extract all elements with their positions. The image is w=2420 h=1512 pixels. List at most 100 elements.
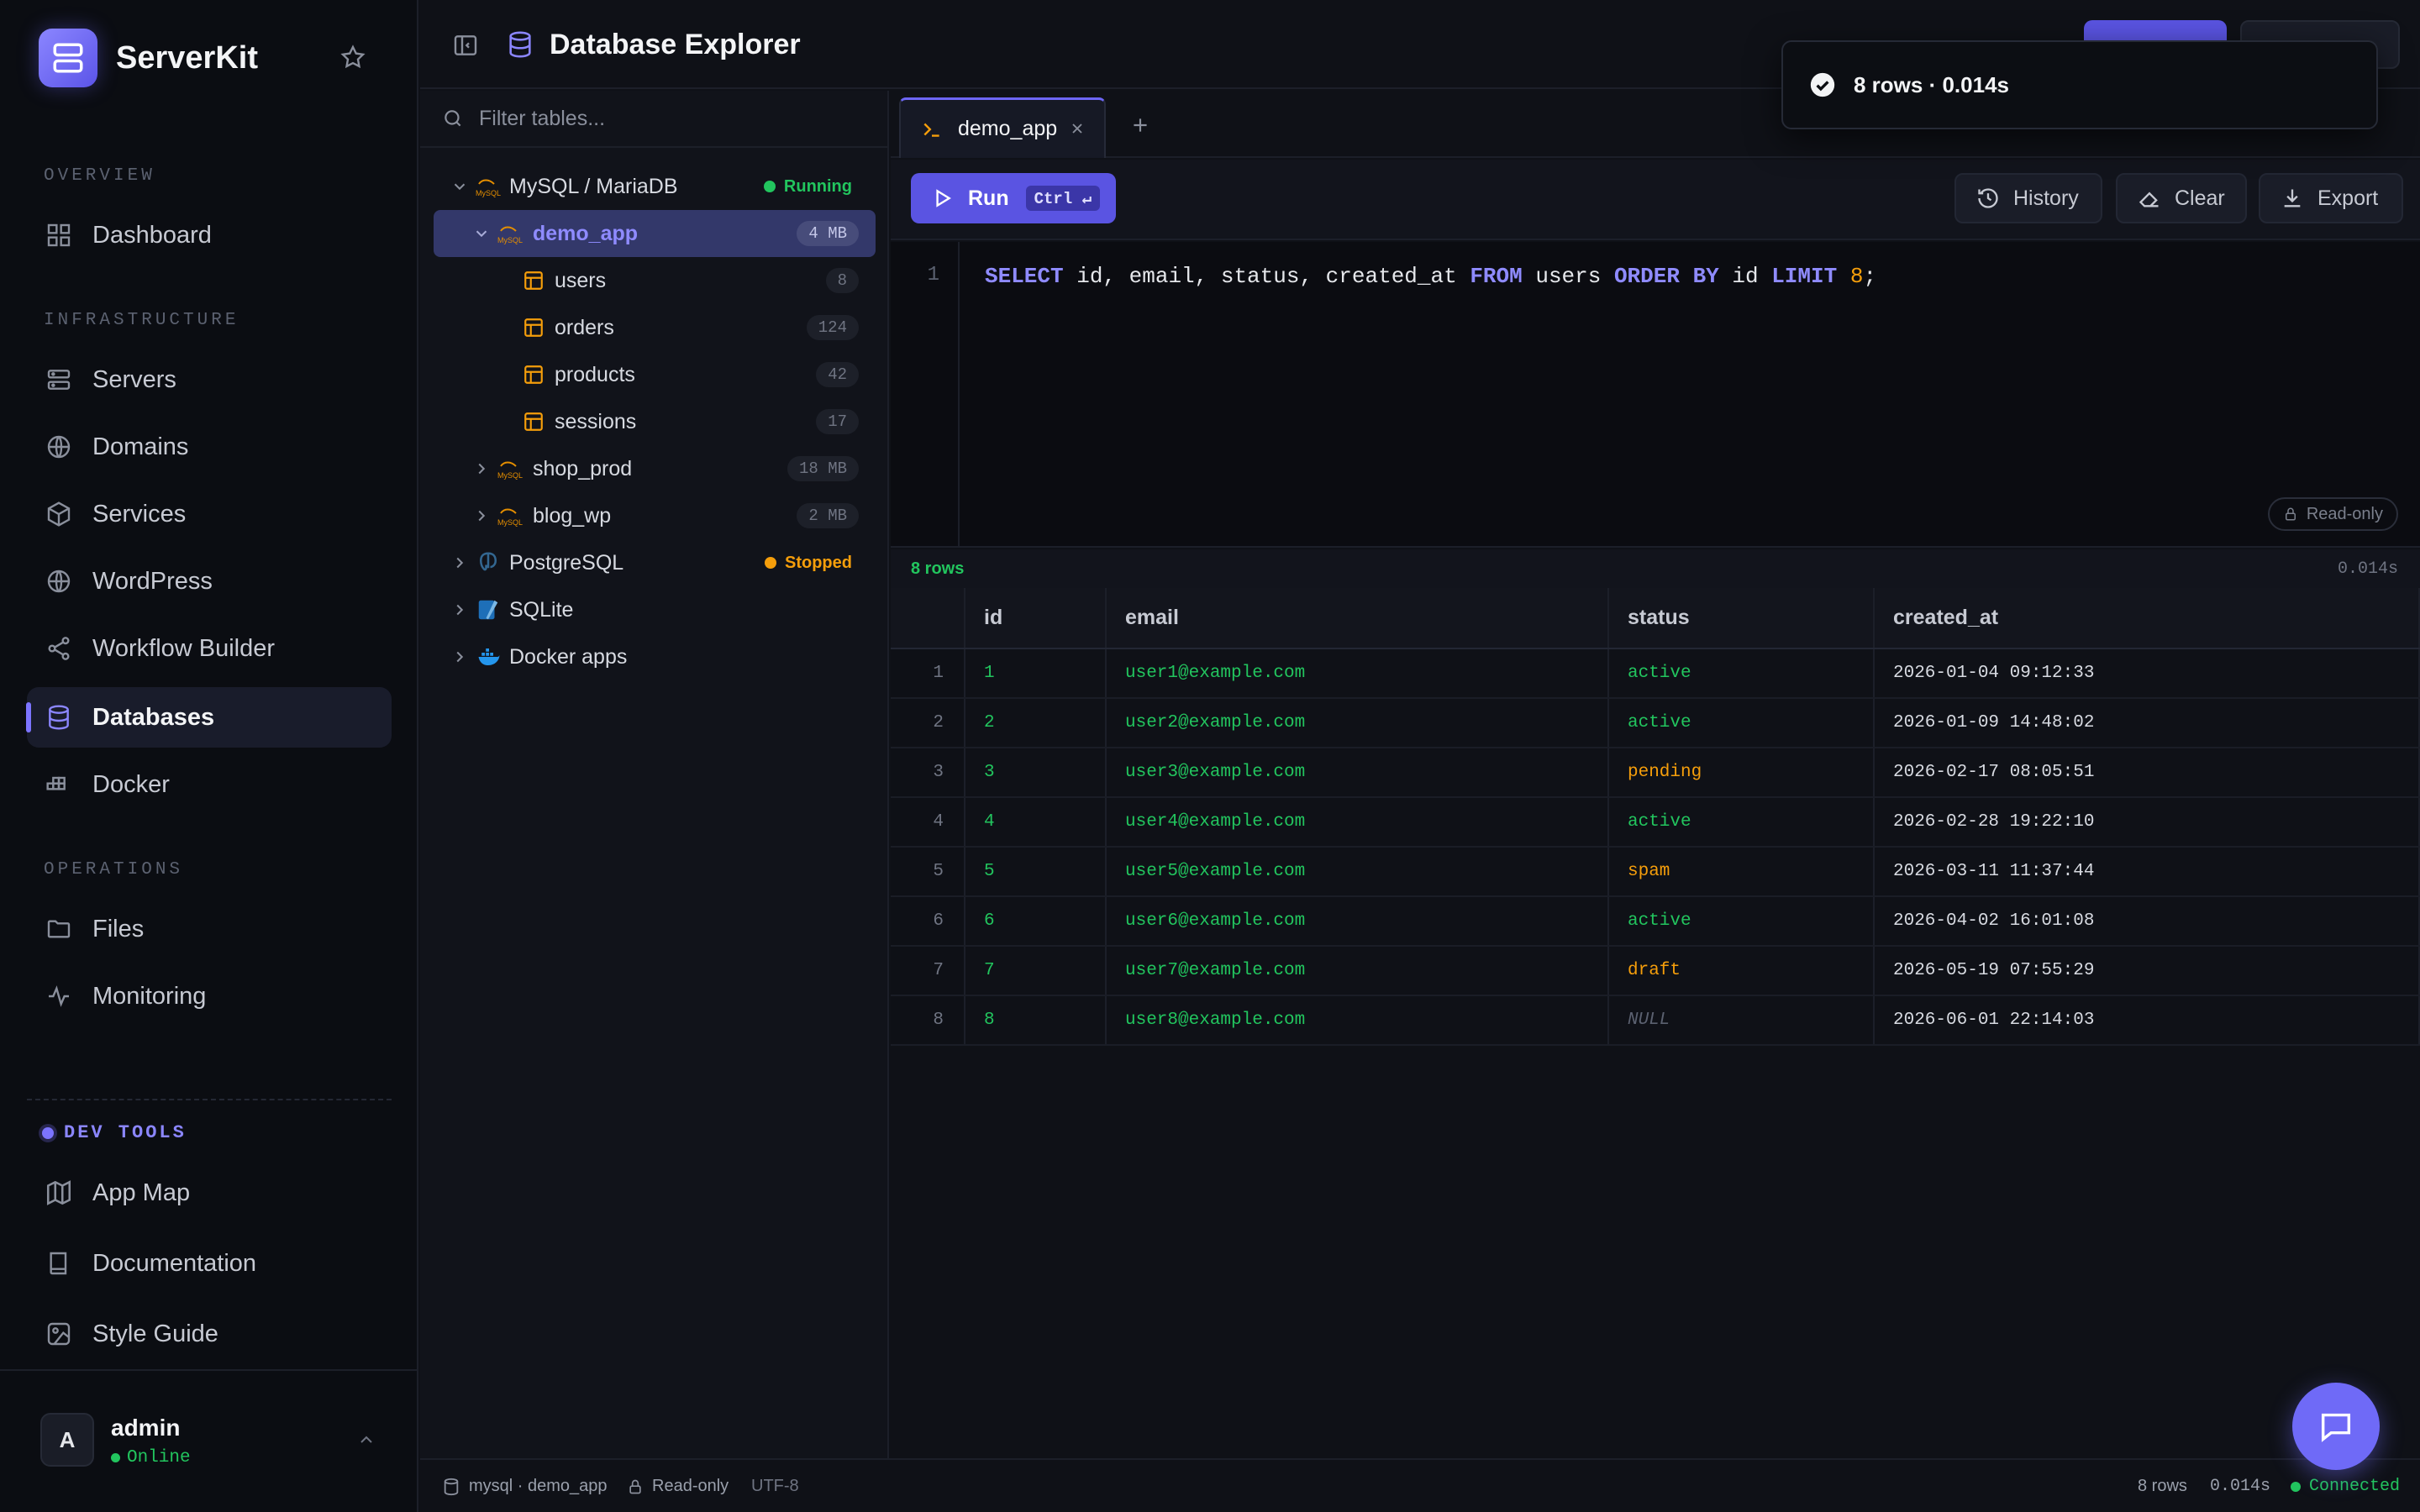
status-time: 0.014s xyxy=(2210,1477,2271,1496)
filter-placeholder: Filter tables... xyxy=(479,106,606,130)
table-row[interactable]: 8 8 user8@example.com NULL 2026-06-01 22:14:… xyxy=(891,995,2420,1046)
tree-engine-postgresql[interactable]: PostgreSQL Stopped xyxy=(434,539,876,586)
nav-wordpress[interactable]: WordPress xyxy=(27,551,392,612)
column-header[interactable]: email xyxy=(1106,588,1609,649)
cell-created-at: 2026-01-04 09:12:33 xyxy=(1874,648,2420,699)
status-dot xyxy=(763,181,776,192)
close-tab-icon[interactable] xyxy=(1069,120,1086,137)
chevron-right-icon[interactable] xyxy=(450,554,469,572)
cell-status: spam xyxy=(1608,847,1875,897)
tree-table-products[interactable]: products 42 xyxy=(434,351,876,398)
favorite-star-icon[interactable] xyxy=(339,44,366,71)
tree-label: orders xyxy=(555,315,614,339)
tree-engine-mysql[interactable]: MySQL MySQL / MariaDB Running xyxy=(434,163,876,210)
tree-label: demo_app xyxy=(533,221,639,245)
chevron-right-icon[interactable] xyxy=(450,601,469,619)
nav-monitoring[interactable]: Monitoring xyxy=(27,966,392,1026)
user-menu[interactable]: A admin Online xyxy=(0,1369,418,1512)
sql-editor[interactable]: 1 SELECT id, email, status, created_at F… xyxy=(891,242,2420,548)
cell-email: user1@example.com xyxy=(1106,648,1609,699)
tree-db-blog-wp[interactable]: MySQL blog_wp 2 MB xyxy=(434,492,876,539)
status-text: Stopped xyxy=(785,553,852,572)
sql-text: users xyxy=(1522,264,1614,289)
tree-db-demo-app[interactable]: MySQL demo_app 4 MB xyxy=(434,210,876,257)
chevron-right-icon[interactable] xyxy=(450,648,469,666)
run-button[interactable]: Run Ctrl ↵ xyxy=(911,173,1116,223)
column-header[interactable]: status xyxy=(1608,588,1875,649)
section-devtools: DEV TOOLS xyxy=(42,1122,187,1143)
history-button[interactable]: History xyxy=(1954,173,2102,223)
nav-label: Style Guide xyxy=(92,1320,218,1347)
nav-dashboard[interactable]: Dashboard xyxy=(27,205,392,265)
nav-style-guide[interactable]: Style Guide xyxy=(27,1304,392,1364)
nav-servers[interactable]: Servers xyxy=(27,349,392,410)
chevron-down-icon[interactable] xyxy=(472,224,491,243)
table-row[interactable]: 2 2 user2@example.com active 2026-01-09 14:4… xyxy=(891,698,2420,748)
check-circle-icon xyxy=(1810,72,1835,97)
cell-status: NULL xyxy=(1608,995,1875,1046)
cell-id: 3 xyxy=(965,748,1107,798)
share-nodes-icon xyxy=(44,633,74,664)
nav-services[interactable]: Services xyxy=(27,484,392,544)
mysql-icon: MySQL xyxy=(496,503,524,528)
tree-engine-sqlite[interactable]: SQLite xyxy=(434,586,876,633)
tree-label: blog_wp xyxy=(533,503,612,528)
nav-docker[interactable]: Docker xyxy=(27,754,392,815)
tree-db-shop-prod[interactable]: MySQL shop_prod 18 MB xyxy=(434,445,876,492)
cell-email: user8@example.com xyxy=(1106,995,1609,1046)
clear-button[interactable]: Clear xyxy=(2116,173,2247,223)
result-row-count: 8 rows xyxy=(911,559,965,578)
tree-table-orders[interactable]: orders 124 xyxy=(434,304,876,351)
tree-table-sessions[interactable]: sessions 17 xyxy=(434,398,876,445)
svg-text:MySQL: MySQL xyxy=(497,518,523,527)
sql-text: ; xyxy=(1863,264,1877,289)
column-header[interactable]: id xyxy=(965,588,1107,649)
book-icon xyxy=(44,1248,74,1278)
sql-query-text[interactable]: SELECT id, email, status, created_at FRO… xyxy=(985,264,1876,289)
status-rows: 8 rows xyxy=(2138,1477,2187,1495)
filter-tables-input[interactable]: Filter tables... xyxy=(420,91,889,148)
nav-databases[interactable]: Databases xyxy=(26,687,392,748)
cell-email: user7@example.com xyxy=(1106,946,1609,996)
nav-workflow-builder[interactable]: Workflow Builder xyxy=(27,618,392,679)
sidebar: ServerKit OVERVIEW Dashboard INFRASTRUCT… xyxy=(0,0,418,1512)
table-row[interactable]: 6 6 user6@example.com active 2026-04-02 16:0… xyxy=(891,896,2420,947)
nav-label: Services xyxy=(92,500,187,528)
user-status: Online xyxy=(111,1448,191,1467)
nav-files[interactable]: Files xyxy=(27,899,392,959)
row-number: 3 xyxy=(891,748,965,798)
brand[interactable]: ServerKit xyxy=(39,29,258,87)
table-row[interactable]: 3 3 user3@example.com pending 2026-02-17 08:… xyxy=(891,748,2420,798)
chevron-right-icon[interactable] xyxy=(472,459,491,478)
results-summary-bar: 8 rows 0.014s xyxy=(891,549,2420,588)
export-button[interactable]: Export xyxy=(2259,173,2403,223)
table-row[interactable]: 4 4 user4@example.com active 2026-02-28 19:2… xyxy=(891,797,2420,848)
sql-keyword: LIMIT xyxy=(1771,264,1838,289)
mysql-icon: MySQL xyxy=(496,221,524,246)
chevron-right-icon[interactable] xyxy=(472,507,491,525)
cell-created-at: 2026-01-09 14:48:02 xyxy=(1874,698,2420,748)
column-header[interactable]: created_at xyxy=(1874,588,2420,649)
devtools-dot xyxy=(42,1126,54,1139)
chevron-down-icon[interactable] xyxy=(450,177,469,196)
cell-email: user4@example.com xyxy=(1106,797,1609,848)
chevron-up-icon[interactable] xyxy=(356,1430,376,1450)
table-row[interactable]: 7 7 user7@example.com draft 2026-05-19 07:55… xyxy=(891,946,2420,996)
cell-email: user2@example.com xyxy=(1106,698,1609,748)
tree-table-users[interactable]: users 8 xyxy=(434,257,876,304)
tab-demo-app[interactable]: demo_app xyxy=(899,97,1106,158)
nav-domains[interactable]: Domains xyxy=(27,417,392,477)
cell-status: active xyxy=(1608,648,1875,699)
tree-label: PostgreSQL xyxy=(509,550,624,575)
db-size-badge: 4 MB xyxy=(797,221,859,246)
sidebar-toggle-icon[interactable] xyxy=(452,32,479,59)
cell-status: active xyxy=(1608,698,1875,748)
cell-id: 4 xyxy=(965,797,1107,848)
nav-app-map[interactable]: App Map xyxy=(27,1163,392,1223)
table-row[interactable]: 1 1 user1@example.com active 2026-01-04 09:1… xyxy=(891,648,2420,699)
nav-documentation[interactable]: Documentation xyxy=(27,1233,392,1294)
chat-button[interactable] xyxy=(2292,1383,2380,1470)
tree-engine-docker-apps[interactable]: Docker apps xyxy=(434,633,876,680)
new-tab-plus-icon[interactable] xyxy=(1129,114,1151,136)
table-row[interactable]: 5 5 user5@example.com spam 2026-03-11 11:37:… xyxy=(891,847,2420,897)
